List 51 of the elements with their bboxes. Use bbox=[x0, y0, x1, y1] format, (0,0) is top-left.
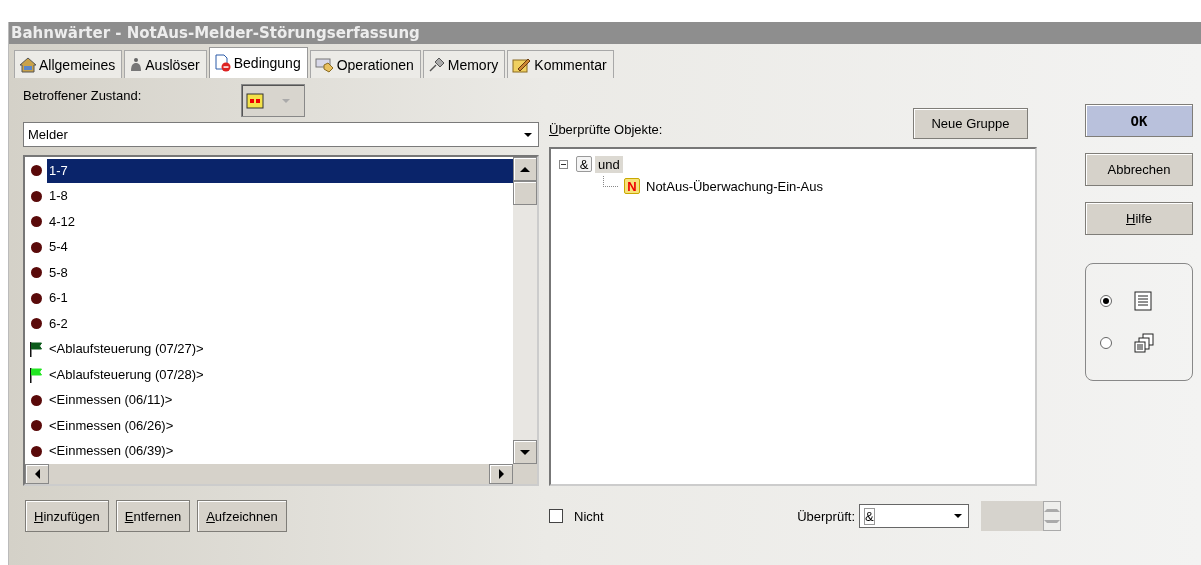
window-title: Bahnwärter - NotAus-Melder-Störungserfassung bbox=[9, 22, 1201, 44]
check-dropdown[interactable]: & bbox=[859, 504, 969, 528]
vertical-scrollbar[interactable] bbox=[513, 157, 537, 464]
tab[interactable]: Bedingung bbox=[208, 47, 308, 78]
field-label: Überprüft: bbox=[797, 508, 855, 524]
tab[interactable]: Kommentar bbox=[507, 50, 614, 78]
list-icon bbox=[1134, 291, 1152, 311]
checkbox-label: Nicht bbox=[574, 508, 604, 524]
list-item[interactable]: 4-12 bbox=[47, 209, 513, 234]
cancel-button[interactable]: Abbrechen bbox=[1085, 153, 1193, 186]
radio-button[interactable] bbox=[1100, 337, 1112, 349]
signal-icon bbox=[246, 92, 265, 109]
state-dropdown[interactable] bbox=[241, 84, 306, 117]
field-label: Überprüfte Objekte: bbox=[549, 122, 663, 137]
radio-button[interactable] bbox=[1100, 295, 1112, 307]
list-item[interactable]: 1-7 bbox=[47, 158, 513, 183]
list-item[interactable]: <Ablaufsteuerung (07/28)> bbox=[47, 362, 513, 387]
operator-icon: & bbox=[576, 156, 592, 172]
house-icon bbox=[19, 56, 37, 73]
ok-button[interactable]: OK bbox=[1085, 104, 1193, 137]
collapse-icon[interactable] bbox=[559, 159, 568, 169]
checkbox[interactable] bbox=[549, 509, 563, 523]
list-item[interactable]: 6-2 bbox=[47, 311, 513, 336]
list-item[interactable]: <Einmessen (06/26)> bbox=[47, 413, 513, 438]
record-button[interactable]: Aufzeichnen bbox=[197, 500, 287, 532]
new-group-button[interactable]: Neue Gruppe bbox=[913, 108, 1028, 139]
dropdown-arrow-icon bbox=[282, 98, 291, 103]
list-item[interactable]: 6-1 bbox=[47, 286, 513, 311]
add-button[interactable]: Hinzufügen bbox=[25, 500, 109, 532]
list-item[interactable]: <Ablaufsteuerung (07/27)> bbox=[47, 337, 513, 362]
list-item[interactable]: 5-8 bbox=[47, 260, 513, 285]
remove-button[interactable]: Entfernen bbox=[115, 500, 191, 532]
tree-node[interactable]: NotAus-Überwachung-Ein-Aus bbox=[643, 177, 827, 195]
tab[interactable]: Operationen bbox=[309, 50, 421, 78]
help-button[interactable]: Hilfe bbox=[1085, 202, 1193, 235]
tab[interactable]: Auslöser bbox=[124, 50, 207, 78]
list-item[interactable]: 1-8 bbox=[47, 184, 513, 209]
field-label: Betroffener Zustand: bbox=[23, 88, 142, 103]
object-icon: N bbox=[624, 178, 640, 194]
windows-icon bbox=[1134, 333, 1154, 353]
tree-node[interactable]: und bbox=[595, 155, 623, 173]
list-item[interactable]: <Einmessen (06/39)> bbox=[47, 439, 513, 464]
tab[interactable]: Memory bbox=[422, 50, 506, 78]
list-item[interactable]: 5-4 bbox=[47, 235, 513, 260]
pin-icon bbox=[427, 56, 446, 73]
horizontal-scrollbar[interactable] bbox=[25, 464, 537, 484]
tab[interactable]: Allgemeines bbox=[14, 50, 123, 78]
note-icon bbox=[512, 56, 533, 73]
page-icon bbox=[213, 54, 232, 72]
type-dropdown[interactable]: Melder bbox=[23, 122, 539, 147]
list-item[interactable]: <Einmessen (06/11)> bbox=[47, 388, 513, 413]
